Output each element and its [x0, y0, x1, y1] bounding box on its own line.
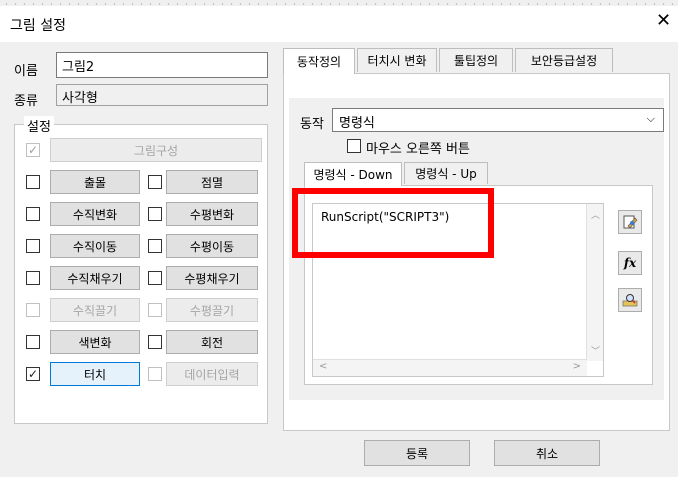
tab-0[interactable]: 동작정의	[283, 48, 355, 74]
action-select-value: 명령식	[339, 116, 375, 131]
settings-group-title: 설정	[24, 116, 54, 135]
command-tab-1[interactable]: 명령식 - Up	[404, 162, 488, 184]
name-input[interactable]: 그림2	[56, 52, 268, 78]
settings-button-6-0[interactable]: 색변화	[50, 330, 140, 354]
settings-checkbox-2-0[interactable]	[26, 207, 40, 221]
horizontal-scrollbar[interactable]: < >	[313, 359, 587, 376]
name-label: 이름	[14, 64, 38, 79]
settings-checkbox-4-1[interactable]	[148, 271, 162, 285]
vertical-scrollbar[interactable]: ︿ ﹀	[586, 204, 603, 361]
command-tab-bar: 명령식 - Down 명령식 - Up	[304, 162, 544, 186]
title-bar	[0, 6, 678, 42]
close-icon[interactable]: ✕	[656, 12, 671, 30]
tab-bar: 동작정의 터치시 변화 툴팁정의 보안등급설정	[283, 48, 663, 74]
settings-checkbox-0-0: ✓	[26, 143, 40, 157]
settings-checkbox-5-1	[148, 303, 162, 317]
settings-button-3-0[interactable]: 수직이동	[50, 234, 140, 258]
right-click-label: 마우스 오른쪽 버튼	[366, 142, 470, 157]
command-tab-0[interactable]: 명령식 - Down	[304, 162, 402, 186]
tab-2[interactable]: 툴팁정의	[439, 48, 513, 72]
tab-1[interactable]: 터치시 변화	[357, 48, 437, 72]
settings-checkbox-4-0[interactable]	[26, 271, 40, 285]
settings-button-4-0[interactable]: 수직채우기	[50, 266, 140, 290]
settings-button-3-1[interactable]: 수평이동	[166, 234, 258, 258]
settings-checkbox-5-0	[26, 303, 40, 317]
settings-button-7-1[interactable]: 데이터입력	[166, 362, 258, 386]
settings-button-7-0[interactable]: 터치	[50, 362, 140, 386]
cancel-button[interactable]: 취소	[494, 440, 600, 466]
scroll-down-icon[interactable]: ﹀	[591, 344, 600, 357]
tab-3[interactable]: 보안등급설정	[515, 48, 613, 72]
action-label: 동작	[300, 117, 324, 132]
scroll-right-icon[interactable]: >	[573, 361, 581, 372]
settings-checkbox-6-0[interactable]	[26, 335, 40, 349]
settings-checkbox-7-1	[148, 367, 162, 381]
settings-button-6-1[interactable]: 회전	[166, 330, 258, 354]
settings-button-0-0[interactable]: 그림구성	[50, 138, 262, 162]
settings-button-2-0[interactable]: 수직변화	[50, 202, 140, 226]
settings-checkbox-3-1[interactable]	[148, 239, 162, 253]
scroll-up-icon[interactable]: ︿	[591, 208, 600, 221]
settings-checkbox-1-1[interactable]	[148, 175, 162, 189]
settings-checkbox-1-0[interactable]	[26, 175, 40, 189]
action-select[interactable]: 명령식 ⌵	[332, 108, 664, 132]
function-fx-icon[interactable]: fx	[618, 251, 642, 275]
edit-script-icon[interactable]	[618, 210, 642, 234]
settings-checkbox-2-1[interactable]	[148, 207, 162, 221]
settings-button-4-1[interactable]: 수평채우기	[166, 266, 258, 290]
settings-button-2-1[interactable]: 수평변화	[166, 202, 258, 226]
type-label: 종류	[14, 94, 38, 109]
settings-button-1-0[interactable]: 출몰	[50, 170, 140, 194]
chevron-down-icon: ⌵	[646, 112, 655, 125]
highlight-box	[292, 188, 494, 258]
lookup-icon[interactable]	[618, 288, 642, 312]
register-button[interactable]: 등록	[364, 440, 470, 466]
settings-checkbox-6-1[interactable]	[148, 335, 162, 349]
settings-button-1-1[interactable]: 점멸	[166, 170, 258, 194]
check-mark-icon: ✓	[27, 143, 39, 157]
right-click-checkbox[interactable]	[347, 139, 361, 153]
settings-button-5-0[interactable]: 수직끌기	[50, 298, 140, 322]
check-mark-icon: ✓	[27, 367, 39, 381]
settings-button-5-1[interactable]: 수평끌기	[166, 298, 258, 322]
scroll-left-icon[interactable]: <	[319, 361, 327, 372]
settings-checkbox-7-0[interactable]: ✓	[26, 367, 40, 381]
type-value: 사각형	[56, 84, 268, 106]
window-title: 그림 설정	[10, 18, 66, 34]
settings-checkbox-3-0[interactable]	[26, 239, 40, 253]
